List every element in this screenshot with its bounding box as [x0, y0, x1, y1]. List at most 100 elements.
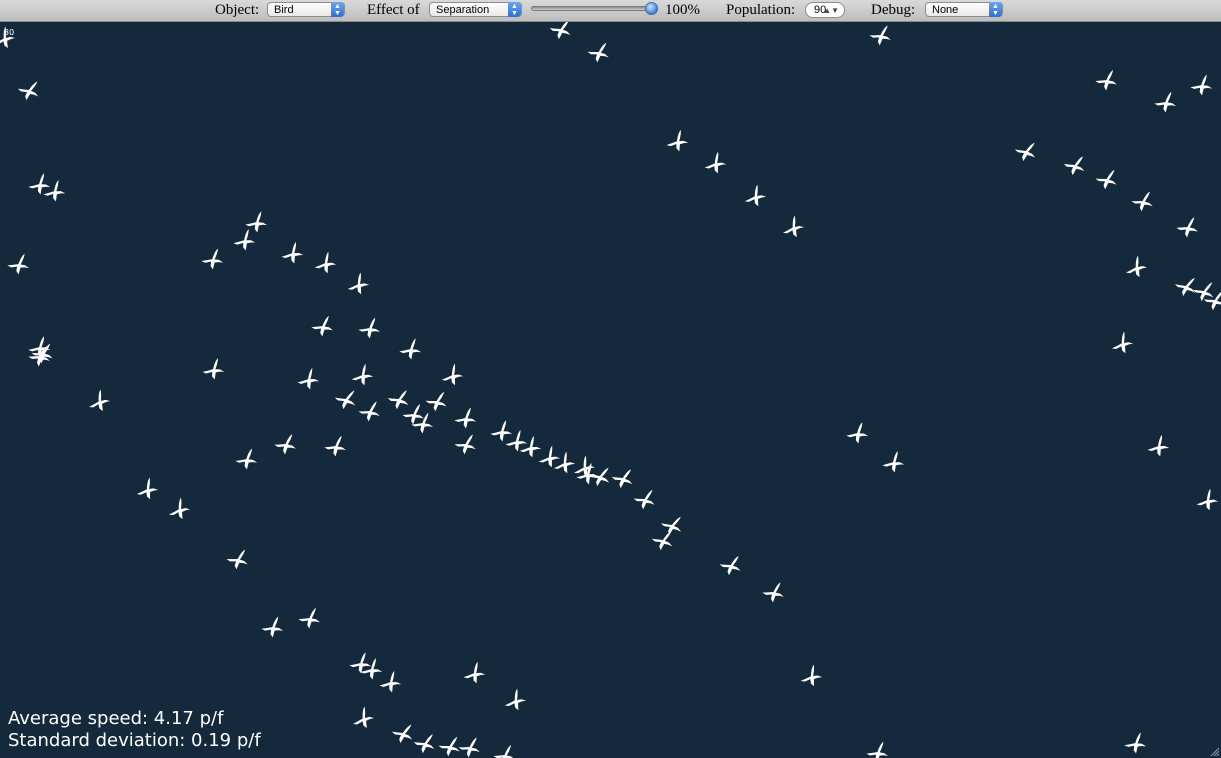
- bird-icon: [353, 706, 375, 729]
- bird-icon: [314, 251, 337, 274]
- bird-icon: [1176, 217, 1198, 238]
- bird-icon: [1131, 191, 1153, 212]
- object-select-value: Bird: [274, 4, 294, 16]
- bird-icon: [454, 434, 476, 455]
- bird-icon: [882, 451, 905, 473]
- bird-icon: [1125, 255, 1148, 278]
- bird-icon: [202, 358, 225, 380]
- flock-canvas[interactable]: [0, 22, 1221, 758]
- bird-icon: [347, 272, 370, 295]
- bird-icon: [744, 184, 767, 207]
- bird-icon: [454, 407, 477, 429]
- bird-icon: [349, 652, 372, 674]
- effect-select-value: Separation: [436, 4, 490, 16]
- bird-icon: [281, 241, 304, 264]
- bird-icon: [402, 404, 424, 425]
- bird-icon: [413, 734, 435, 754]
- slider-thumb[interactable]: [645, 2, 658, 15]
- bird-icon: [324, 435, 347, 457]
- bird-icon: [1014, 142, 1036, 162]
- bird-icon: [493, 745, 515, 758]
- bird-icon: [519, 435, 542, 458]
- effect-label: Effect of: [367, 2, 420, 18]
- bird-icon: [17, 81, 39, 101]
- bird-icon: [651, 531, 673, 551]
- bird-icon: [1111, 331, 1134, 354]
- fps-counter: 30: [4, 28, 15, 37]
- bird-icon: [846, 422, 869, 444]
- bird-icon: [7, 253, 30, 275]
- bird-icon: [1154, 91, 1177, 113]
- bird-icon: [800, 664, 823, 687]
- debug-select-value: None: [932, 4, 959, 16]
- bird-icon: [587, 42, 609, 63]
- bird-icon: [351, 363, 374, 386]
- bird-icon: [1063, 156, 1085, 176]
- bird-icon: [588, 467, 610, 487]
- bird-icon: [782, 215, 805, 238]
- stats-panel: Average speed: 4.17 p/f Standard deviati…: [8, 708, 261, 752]
- population-stepper[interactable]: 90 ▲▼: [805, 2, 845, 18]
- debug-select[interactable]: None ▲ ▼: [925, 2, 1003, 17]
- bird-layer: [0, 22, 1221, 758]
- effect-select[interactable]: Separation ▲ ▼: [429, 2, 522, 17]
- bird-icon: [553, 451, 576, 474]
- bird-icon: [43, 180, 66, 202]
- bird-icon: [297, 367, 320, 390]
- bird-icon: [660, 516, 682, 536]
- toolbar: Object: Bird ▲ ▼ Effect of Separation ▲ ▼ …: [0, 0, 1221, 22]
- bird-icon: [226, 549, 248, 570]
- bird-icon: [1190, 74, 1213, 96]
- bird-icon: [441, 363, 464, 386]
- bird-icon: [611, 469, 633, 489]
- bird-icon: [298, 607, 321, 629]
- resize-grip-icon[interactable]: [1209, 746, 1219, 756]
- bird-icon: [261, 616, 284, 638]
- bird-icon: [1095, 169, 1117, 190]
- bird-icon: [719, 555, 741, 576]
- bird-icon: [89, 389, 111, 412]
- bird-icon: [168, 497, 191, 520]
- bird-icon: [235, 448, 258, 470]
- bird-icon: [379, 670, 402, 693]
- bird-icon: [438, 736, 460, 757]
- standard-deviation-text: Standard deviation: 0.19 p/f: [8, 730, 261, 751]
- bird-icon: [573, 455, 596, 478]
- bird-icon: [233, 229, 256, 251]
- bird-icon: [136, 477, 159, 500]
- bird-icon: [425, 391, 447, 412]
- bird-icon: [1095, 70, 1117, 91]
- bird-icon: [762, 582, 784, 603]
- object-label: Object:: [215, 2, 260, 18]
- bird-icon: [1147, 434, 1170, 457]
- bird-icon: [576, 463, 599, 485]
- bird-icon: [666, 129, 689, 152]
- bird-icon: [1174, 277, 1196, 297]
- select-arrows-icon: ▲ ▼: [331, 2, 344, 17]
- bird-icon: [1196, 488, 1219, 511]
- debug-label: Debug:: [871, 2, 916, 18]
- bird-icon: [311, 315, 334, 337]
- bird-icon: [1192, 282, 1214, 302]
- select-arrows-icon: ▲ ▼: [989, 2, 1002, 17]
- stepper-arrows-icon[interactable]: ▲▼: [823, 3, 839, 18]
- bird-icon: [504, 688, 527, 711]
- select-arrows-icon: ▲ ▼: [508, 2, 521, 17]
- effect-strength-slider[interactable]: [531, 2, 658, 15]
- bird-icon: [549, 22, 571, 40]
- bird-icon: [458, 737, 480, 758]
- bird-icon: [704, 151, 727, 174]
- bird-icon: [358, 401, 380, 422]
- slider-percent: 100%: [665, 2, 700, 18]
- bird-icon: [274, 434, 296, 455]
- bird-icon: [463, 661, 486, 684]
- bird-icon: [358, 317, 381, 339]
- bird-icon: [633, 489, 655, 510]
- bird-icon: [334, 390, 356, 410]
- population-label: Population:: [726, 2, 796, 18]
- bird-icon: [201, 248, 224, 270]
- bird-icon: [866, 741, 889, 758]
- object-select[interactable]: Bird ▲ ▼: [267, 2, 345, 17]
- bird-icon: [399, 338, 422, 360]
- bird-icon: [869, 25, 891, 46]
